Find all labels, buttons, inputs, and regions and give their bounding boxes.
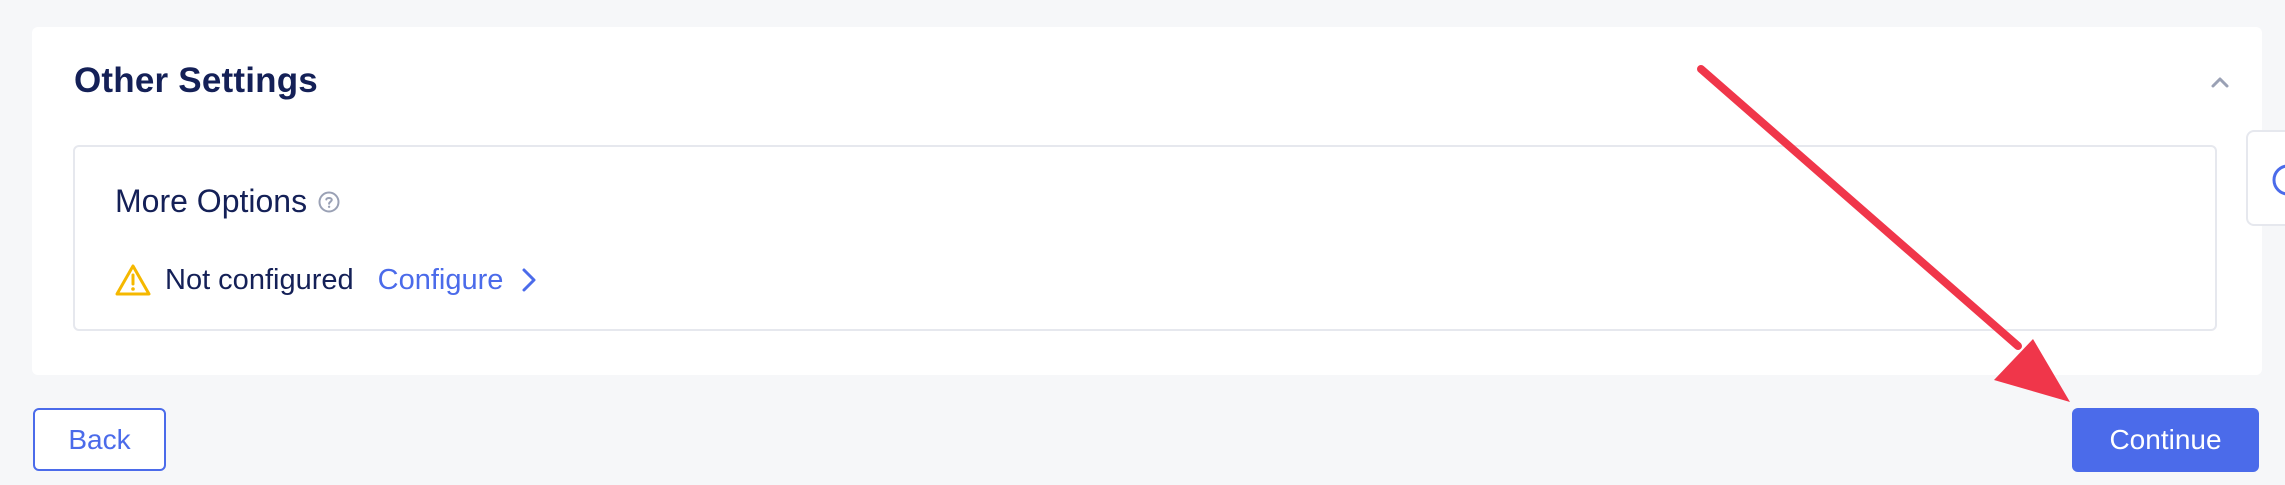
more-options-panel: More Options Not configured Configure <box>73 145 2217 331</box>
section-title: Other Settings <box>74 61 318 100</box>
other-settings-card: Other Settings More Options Not configur… <box>32 27 2262 375</box>
more-options-title: More Options <box>115 183 308 219</box>
more-options-header: More Options <box>115 183 341 220</box>
continue-button[interactable]: Continue <box>2072 408 2259 472</box>
chevron-right-icon <box>517 266 541 294</box>
question-circle-icon[interactable] <box>317 190 341 214</box>
configure-label: Configure <box>377 263 504 296</box>
warning-triangle-icon <box>115 263 151 297</box>
help-circle-icon <box>2272 164 2285 196</box>
status-text: Not configured <box>165 263 354 296</box>
collapse-button[interactable] <box>2208 71 2232 95</box>
side-help-tab[interactable] <box>2246 130 2285 226</box>
status-row: Not configured Configure <box>115 263 541 297</box>
chevron-up-icon <box>2211 77 2229 88</box>
configure-link[interactable]: Configure <box>378 264 542 297</box>
back-button[interactable]: Back <box>33 408 166 471</box>
